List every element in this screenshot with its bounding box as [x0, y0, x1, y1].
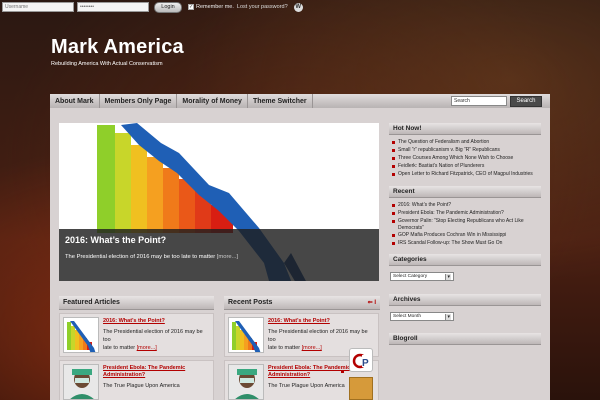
password-input[interactable] — [77, 2, 149, 12]
svg-text:P: P — [362, 358, 369, 369]
post-excerpt: The Presidential election of 2016 may be… — [103, 329, 203, 351]
blogroll-image[interactable] — [349, 377, 373, 400]
nav-search: Search — [451, 94, 550, 108]
login-bar: Login ✓ Remember me. Lost your password?… — [0, 0, 600, 14]
post-title-link[interactable]: President Ebola: The Pandemic Administra… — [103, 365, 210, 379]
post-title-link[interactable]: 2016: What’s the Point? — [103, 318, 210, 325]
slide-title[interactable]: 2016: What’s the Point? — [65, 235, 166, 245]
list-item[interactable]: Three Courses Among Which None Wish to C… — [389, 155, 541, 163]
list-item[interactable]: IRS Scandal Follow-up: The Show Must Go … — [389, 240, 541, 248]
lost-password-link[interactable]: Lost your password? — [237, 4, 288, 10]
post-thumbnail[interactable] — [228, 364, 264, 400]
list-item[interactable]: Small “r” republicanism v. Big “R” Repub… — [389, 147, 541, 155]
remember-me[interactable]: ✓ Remember me. — [188, 4, 234, 10]
post-title-link[interactable]: 2016: What’s the Point? — [268, 318, 375, 325]
list-item: President Ebola: The Pandemic Administra… — [59, 360, 214, 400]
wordpress-icon[interactable]: W — [293, 2, 303, 12]
recent-posts-heading: Recent Posts ⇐ I — [224, 296, 380, 310]
list-item[interactable]: The Question of Federalism and Abortion — [389, 139, 541, 147]
post-thumbnail[interactable] — [228, 317, 264, 353]
archives-heading: Archives — [389, 294, 541, 306]
category-select[interactable]: Select Category ▾ — [390, 272, 454, 281]
username-input[interactable] — [2, 2, 74, 12]
blogroll-bullet — [341, 370, 344, 373]
nav-item-about-mark[interactable]: About Mark — [50, 94, 100, 108]
slide-excerpt: The Presidential election of 2016 may be… — [65, 254, 239, 260]
slide-caption: 2016: What’s the Point? The Presidential… — [59, 229, 379, 281]
hot-now-list: The Question of Federalism and Abortion … — [389, 139, 541, 179]
featured-articles-list: 2016: What’s the Point? The Presidential… — [59, 313, 214, 400]
hot-now-heading: Hot Now! — [389, 123, 541, 135]
rss-icon[interactable]: ⇐ I — [368, 299, 376, 306]
blogroll-heading: Blogroll — [389, 333, 541, 345]
archives-select[interactable]: Select Month ▾ — [390, 312, 454, 321]
recent-list: 2016: What’s the Point? President Ebola:… — [389, 202, 541, 248]
list-item: 2016: What’s the Point? The Presidential… — [59, 313, 214, 357]
list-item[interactable]: GOP Mafia Produces Cochran Win in Missis… — [389, 232, 541, 240]
nav-item-morality-of-money[interactable]: Morality of Money — [177, 94, 248, 108]
blogroll-logo[interactable]: P — [349, 348, 373, 372]
read-more-link[interactable]: [more...] — [302, 345, 322, 351]
list-item[interactable]: 2016: What’s the Point? — [389, 202, 541, 210]
site-tagline: Rebuilding America With Actual Conservat… — [51, 61, 163, 67]
featured-slider[interactable]: 2016: What’s the Point? The Presidential… — [59, 123, 379, 281]
main-nav: About Mark Members Only Page Morality of… — [50, 94, 550, 108]
search-button[interactable]: Search — [510, 95, 542, 107]
nav-item-theme-switcher[interactable]: Theme Switcher — [248, 94, 313, 108]
list-item[interactable]: Open Letter to Richard Fitzpatrick, CEO … — [389, 171, 541, 179]
site-title[interactable]: Mark America — [51, 36, 184, 59]
main-content: 2016: What’s the Point? The Presidential… — [50, 108, 550, 400]
chevron-down-icon: ▾ — [445, 273, 451, 280]
read-more-link[interactable]: [more...] — [137, 345, 157, 351]
list-item[interactable]: Feidlerk: Bastiat’s Nation of Plunderers — [389, 163, 541, 171]
slide-more-link[interactable]: [more...] — [217, 254, 238, 260]
remember-label: Remember me. — [196, 4, 234, 10]
chevron-down-icon: ▾ — [445, 313, 451, 320]
featured-articles-heading: Featured Articles — [59, 296, 214, 310]
nav-item-members-only[interactable]: Members Only Page — [100, 94, 178, 108]
post-thumbnail[interactable] — [63, 364, 99, 400]
search-input[interactable] — [451, 96, 507, 106]
list-item[interactable]: President Ebola: The Pandemic Administra… — [389, 210, 541, 218]
categories-heading: Categories — [389, 254, 541, 266]
list-item[interactable]: Governor Palin: “Stop Electing Republica… — [389, 218, 541, 232]
post-thumbnail[interactable] — [63, 317, 99, 353]
post-excerpt: The True Plague Upon America — [103, 383, 180, 389]
recent-heading: Recent — [389, 186, 541, 198]
remember-checkbox[interactable]: ✓ — [188, 4, 194, 10]
login-button[interactable]: Login — [154, 1, 182, 13]
